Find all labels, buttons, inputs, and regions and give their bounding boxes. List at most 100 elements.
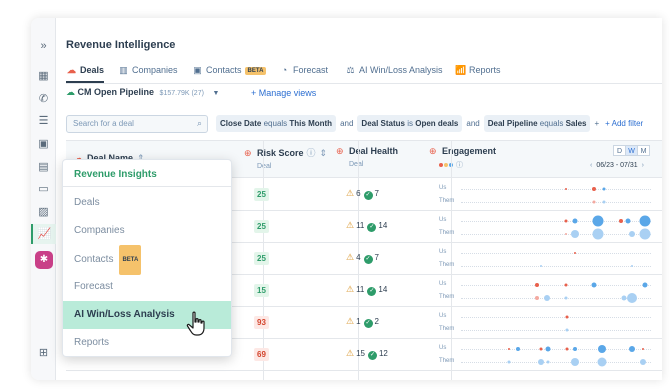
engagement-bubble[interactable] [545,346,551,352]
engagement-bubble[interactable] [572,218,578,224]
hand-cursor-icon [186,311,205,336]
engagement-bubble[interactable] [535,283,539,287]
engagement-bubble[interactable] [591,282,597,288]
tab-forecast[interactable]: ◔ Forecast [279,65,328,83]
add-filter-button[interactable]: + Add filter [605,119,643,128]
analytics-icon[interactable]: 📈 [31,224,56,244]
engagement-bubble[interactable] [597,345,606,353]
engagement-bubble[interactable] [573,347,577,351]
engagement-bubble[interactable] [631,265,633,267]
warning-icon: ⚠ [346,284,355,294]
hubspot-app-icon[interactable]: ✱ [35,251,53,269]
menu-item-label: Forecast [74,281,113,292]
menu-item-forecast[interactable]: Forecast [63,273,231,301]
engagement-bubble[interactable] [565,328,569,332]
engagement-bubble[interactable] [625,218,631,224]
engagement-bubble[interactable] [564,188,567,190]
chevron-right-icon[interactable]: › [642,162,644,169]
engagement-bubble[interactable] [592,187,596,191]
menu-item-companies[interactable]: Companies [63,217,231,245]
engagement-bubble[interactable] [627,293,637,303]
date-range: 06/23 - 07/31 [596,162,638,169]
column-label: Deal Health [349,146,399,156]
engagement-bubble[interactable] [597,357,607,367]
warning-icon: ⚠ [346,252,355,262]
them-label: Them [439,326,455,332]
pipeline-selector[interactable]: ☁ CM Open Pipeline $157.79K (27) ▼ [66,87,219,101]
engagement-bubble[interactable] [592,228,604,240]
engagement-bubble[interactable] [564,219,567,223]
pipeline-icon: ☁ [66,87,75,97]
calendar-icon[interactable]: ▦ [37,70,50,83]
tab-deals[interactable]: ☁ Deals [66,65,105,83]
engagement-bubble[interactable] [629,231,635,237]
engagement-bubble[interactable] [546,360,550,364]
engagement-bubble[interactable] [507,348,510,350]
column-header-risk-score[interactable]: ⊕ Risk Score ⓘ ⇕ Deal [244,146,327,170]
engagement-bubble[interactable] [592,215,604,227]
risk-score-badge: 69 [254,348,269,361]
engagement-bubble[interactable] [639,215,651,227]
us-lane [461,253,651,254]
engagement-bubble[interactable] [564,283,567,287]
search-placeholder: Search for a deal [73,119,134,128]
tab-contacts[interactable]: ▣ Contacts BETA [192,65,267,83]
engagement-bubble[interactable] [640,359,647,365]
check-icon: ✓ [367,351,377,360]
tab-companies[interactable]: ▥ Companies [118,65,177,83]
building-icon: ▥ [119,65,128,75]
warning-count: 11 [356,221,365,230]
tab-reports[interactable]: 📶 Reports [455,65,501,83]
chat-icon[interactable]: ▭ [37,183,50,196]
column-header-engagement[interactable]: ⊕ Engagement [429,146,496,157]
chevron-left-icon[interactable]: ‹ [590,162,592,169]
warning-count: 4 [356,253,361,262]
engagement-bubble[interactable] [639,228,651,240]
menu-item-deals[interactable]: Deals [63,189,231,217]
calendar-check-icon[interactable]: ▣ [37,138,50,151]
engagement-bubble[interactable] [539,265,542,267]
filter-chip[interactable]: Deal Pipeline equals Sales [483,115,591,132]
engagement-bubble[interactable] [539,347,543,351]
menu-item-contacts[interactable]: Contacts BETA [63,245,231,275]
tab-ai-win-loss[interactable]: ⚖ AI Win/Loss Analysis [345,65,442,83]
engagement-bubble[interactable] [507,360,510,364]
engagement-bubble[interactable] [516,347,520,351]
engagement-bubble[interactable] [565,347,569,351]
engagement-bubble[interactable] [629,346,635,352]
engagement-bubble[interactable] [535,296,539,300]
crosshair-icon: ⊕ [244,148,252,158]
image-icon[interactable]: ▨ [37,206,50,219]
engagement-bubble[interactable] [564,296,567,300]
engagement-bubble[interactable] [564,233,567,235]
engagement-bubble[interactable] [592,200,596,204]
engagement-bubble[interactable] [642,282,648,288]
filter-chip[interactable]: Close Date equals This Month [216,115,337,132]
filter-chip[interactable]: Deal Status is Open deals [357,115,463,132]
manage-views-link[interactable]: + Manage views [251,88,316,98]
help-icon[interactable]: ⓘ [456,162,463,169]
us-label: Us [439,185,447,191]
engagement-bubble[interactable] [571,230,579,238]
list-icon[interactable]: ☰ [37,115,50,128]
engagement-bubble[interactable] [537,359,544,365]
document-icon[interactable]: ▤ [37,161,50,174]
search-input[interactable]: Search for a deal ⌕ [66,115,208,133]
collapse-icon[interactable]: » [37,40,50,53]
apps-grid-icon[interactable]: ⊞ [37,347,50,360]
column-header-deal-health[interactable]: ⊕ Deal Health Deal [336,146,398,168]
engagement-bubble[interactable] [543,295,550,301]
engagement-bubble[interactable] [642,348,645,350]
add-condition-button[interactable]: + [594,119,599,128]
menu-item-label: Contacts [74,254,114,265]
engagement-bubble[interactable] [571,358,579,366]
engagement-bubble[interactable] [618,219,623,223]
period-month-button[interactable]: M [637,145,650,156]
them-label: Them [439,198,455,204]
engagement-bubble[interactable] [602,200,605,204]
filter-field: Deal Status [361,119,405,128]
engagement-bubble[interactable] [574,252,576,254]
engagement-bubble[interactable] [602,187,605,191]
engagement-bubble[interactable] [565,315,569,319]
phone-icon[interactable]: ✆ [37,93,50,106]
